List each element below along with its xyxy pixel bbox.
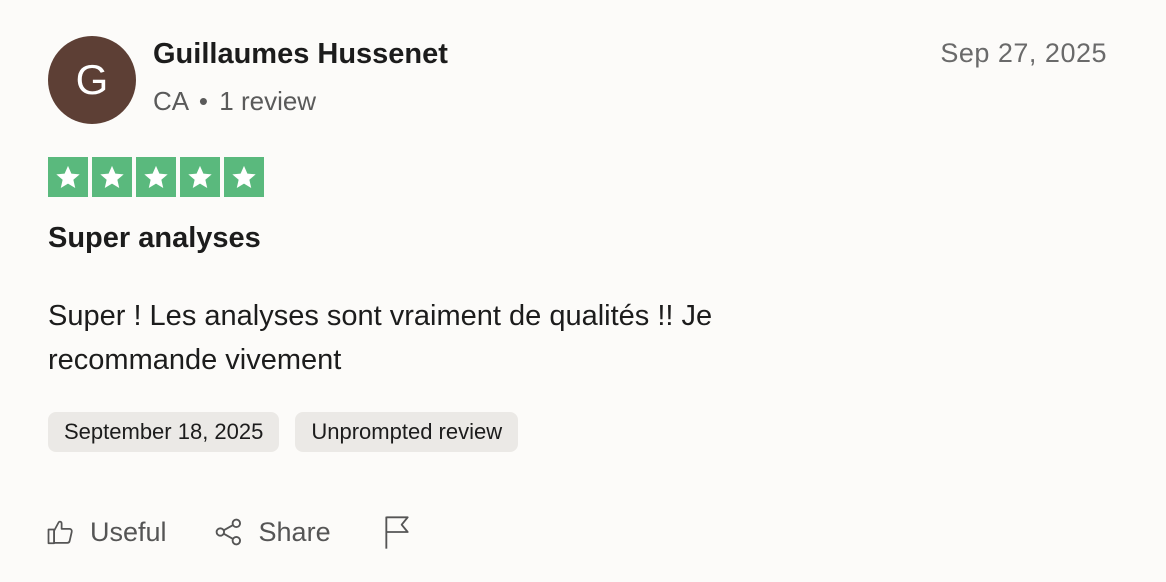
share-label: Share (258, 516, 331, 547)
unprompted-review-tag[interactable]: Unprompted review (295, 412, 519, 452)
useful-label: Useful (90, 516, 167, 547)
meta-separator: • (198, 86, 209, 116)
share-icon (215, 518, 241, 546)
reviewer-name[interactable]: Guillaumes Hussenet (153, 38, 448, 71)
experience-date-tag: September 18, 2025 (48, 412, 280, 452)
reviewer-meta: CA • 1 review (153, 86, 316, 117)
report-button[interactable] (381, 514, 413, 550)
star-icon (48, 157, 88, 197)
reviewer-review-count: 1 review (219, 86, 317, 116)
review-tags: September 18, 2025 Unprompted review (48, 412, 519, 452)
avatar-initial: G (75, 56, 109, 103)
review-date: Sep 27, 2025 (940, 38, 1107, 68)
thumbs-up-icon (47, 520, 73, 545)
share-button[interactable]: Share (213, 516, 331, 548)
useful-button[interactable]: Useful (46, 517, 167, 548)
flag-icon (384, 516, 409, 549)
review-card: G Guillaumes Hussenet CA • 1 review Sep … (0, 0, 1166, 582)
review-body: Super ! Les analyses sont vraiment de qu… (48, 300, 713, 376)
star-icon (92, 157, 132, 197)
star-icon (224, 157, 264, 197)
star-icon (180, 157, 220, 197)
review-actions: Useful Share (46, 512, 413, 552)
review-title: Super analyses (48, 222, 261, 254)
avatar[interactable]: G (48, 36, 136, 124)
star-rating (48, 157, 264, 197)
reviewer-country: CA (153, 86, 188, 116)
star-icon (136, 157, 176, 197)
